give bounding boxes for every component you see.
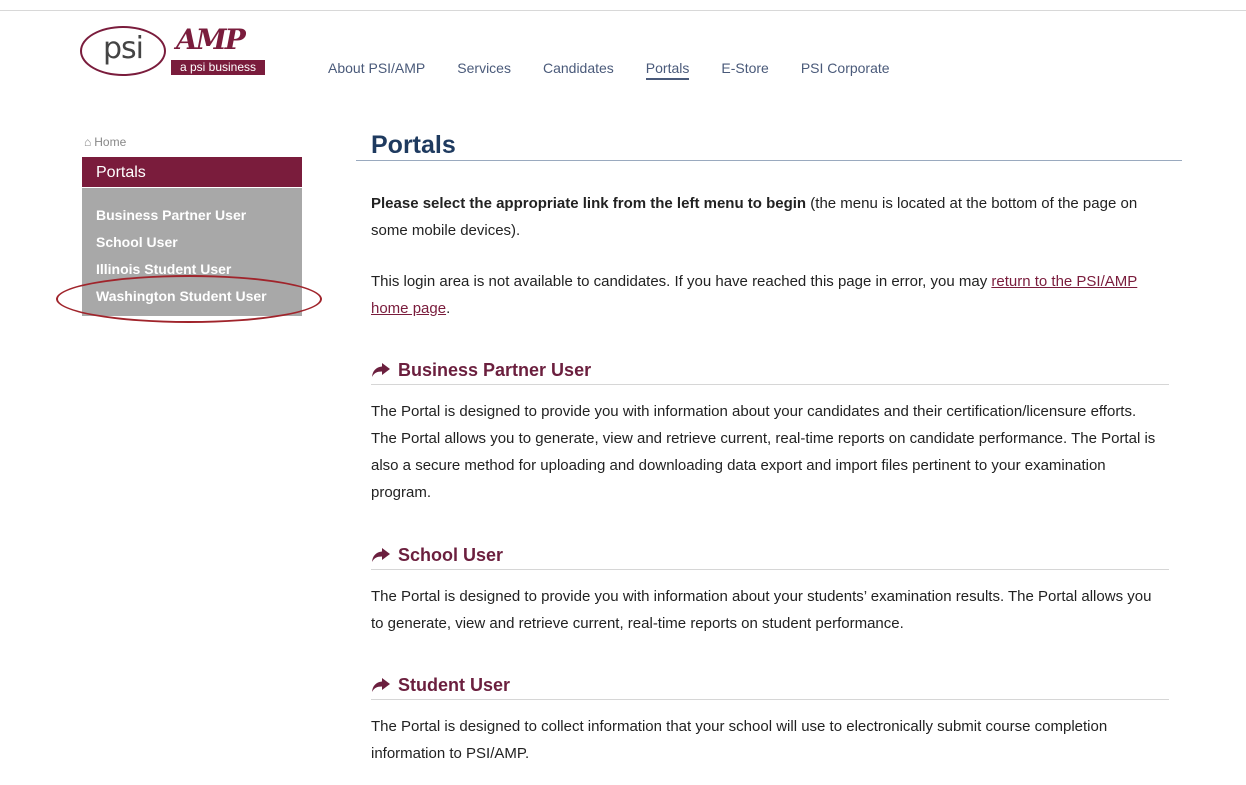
home-icon: ⌂ xyxy=(84,135,92,149)
psi-amp-logo[interactable]: psi AMP a psi business xyxy=(80,24,270,84)
sidebar-title: Portals xyxy=(82,157,302,187)
section-body-student: The Portal is designed to collect inform… xyxy=(371,718,1108,762)
main-nav: About PSI/AMP Services Candidates Portal… xyxy=(328,58,922,80)
breadcrumb-home-label: Home xyxy=(94,135,127,149)
section-heading-label: School User xyxy=(398,545,504,565)
section-body-business-partner: The Portal is designed to provide you wi… xyxy=(371,403,1156,501)
section-heading-student: Student User xyxy=(371,672,1169,700)
intro-bold-text: Please select the appropriate link from … xyxy=(371,195,807,212)
share-arrow-icon xyxy=(372,678,390,692)
nav-about[interactable]: About PSI/AMP xyxy=(328,58,425,80)
login-notice-text: This login area is not available to cand… xyxy=(371,273,992,290)
nav-portals[interactable]: Portals xyxy=(645,58,690,80)
logo-tagline: a psi business xyxy=(171,60,265,75)
title-divider xyxy=(356,160,1182,161)
section-heading-school: School User xyxy=(371,542,1169,570)
sidebar-item-washington-student[interactable]: Washington Student User xyxy=(96,283,302,310)
share-arrow-icon xyxy=(372,363,390,377)
breadcrumb[interactable]: ⌂ Home xyxy=(84,135,126,149)
nav-services[interactable]: Services xyxy=(457,58,511,80)
section-body-school: The Portal is designed to provide you wi… xyxy=(371,588,1152,632)
login-notice: This login area is not available to cand… xyxy=(371,268,1161,322)
nav-candidates[interactable]: Candidates xyxy=(543,58,614,80)
sidebar-item-school[interactable]: School User xyxy=(96,229,302,256)
nav-estore[interactable]: E-Store xyxy=(721,58,768,80)
sidebar-item-business-partner[interactable]: Business Partner User xyxy=(96,202,302,229)
section-heading-label: Student User xyxy=(398,675,511,695)
top-divider xyxy=(0,10,1246,11)
page-title: Portals xyxy=(371,131,456,159)
section-heading-label: Business Partner User xyxy=(398,360,592,380)
psi-logo-text: psi xyxy=(102,31,144,66)
login-notice-end: . xyxy=(446,300,451,317)
sidebar-item-illinois-student[interactable]: Illinois Student User xyxy=(96,256,302,283)
amp-logo-text: AMP xyxy=(176,23,246,56)
sidebar-menu: Business Partner User School User Illino… xyxy=(82,188,302,316)
share-arrow-icon xyxy=(372,548,390,562)
intro-text: Please select the appropriate link from … xyxy=(371,190,1161,244)
section-heading-business-partner: Business Partner User xyxy=(371,357,1169,385)
nav-psi-corporate[interactable]: PSI Corporate xyxy=(801,58,890,80)
